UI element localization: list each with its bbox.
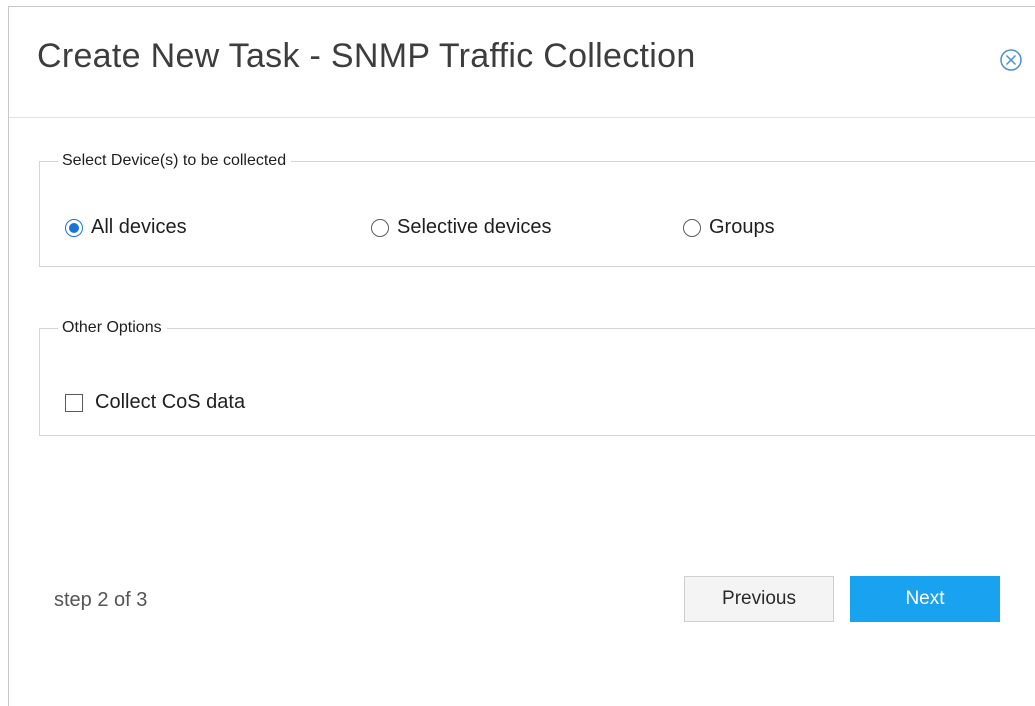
previous-button[interactable]: Previous bbox=[684, 576, 834, 622]
other-options-group: Other Options Collect CoS data bbox=[39, 320, 1035, 436]
radio-all-devices[interactable]: All devices bbox=[65, 216, 187, 239]
device-selection-group: Select Device(s) to be collected All dev… bbox=[39, 153, 1035, 267]
radio-button-selective-devices[interactable] bbox=[371, 218, 389, 237]
radio-label-selective-devices: Selective devices bbox=[397, 216, 552, 238]
radio-groups[interactable]: Groups bbox=[683, 216, 775, 239]
collect-cos-option[interactable]: Collect CoS data bbox=[65, 391, 245, 414]
device-selection-legend: Select Device(s) to be collected bbox=[62, 152, 287, 169]
radio-button-groups[interactable] bbox=[683, 218, 701, 237]
close-icon[interactable] bbox=[999, 48, 1023, 72]
title-divider bbox=[9, 117, 1035, 118]
radio-label-groups: Groups bbox=[709, 216, 775, 238]
next-button[interactable]: Next bbox=[850, 576, 1000, 622]
collect-cos-checkbox[interactable] bbox=[65, 393, 83, 412]
dialog-title: Create New Task - SNMP Traffic Collectio… bbox=[37, 37, 696, 75]
create-task-dialog: Create New Task - SNMP Traffic Collectio… bbox=[8, 6, 1035, 706]
radio-button-all-devices[interactable] bbox=[65, 218, 83, 237]
radio-selective-devices[interactable]: Selective devices bbox=[371, 216, 552, 239]
radio-label-all-devices: All devices bbox=[91, 216, 187, 238]
other-options-legend: Other Options bbox=[62, 319, 162, 336]
step-indicator: step 2 of 3 bbox=[54, 589, 148, 611]
collect-cos-label: Collect CoS data bbox=[95, 391, 246, 413]
